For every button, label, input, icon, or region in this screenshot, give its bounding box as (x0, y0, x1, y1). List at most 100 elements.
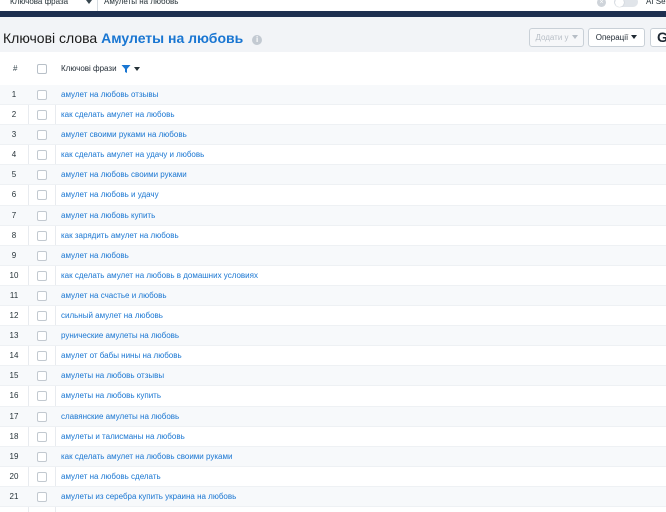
table-row[interactable]: 7 амулет на любовь купить (0, 205, 666, 226)
keyword-phrase-link[interactable]: амулеты на любовь купить (61, 391, 161, 400)
row-checkbox[interactable] (37, 270, 47, 281)
keywords-table: # Ключові фрази 1 амулет на любовь отзывы… (0, 52, 666, 512)
table-row[interactable]: 15 амулеты на любовь отзывы (0, 366, 666, 387)
keyword-phrase-link[interactable]: как сделать амулет на любовь в домашних … (61, 271, 258, 280)
row-number: 12 (9, 311, 19, 321)
row-number: 4 (11, 150, 17, 160)
table-row[interactable]: 14 амулет от бабы нины на любовь (0, 346, 666, 367)
keyword-phrase-link[interactable]: амулет своими руками на любовь (61, 130, 187, 139)
table-row[interactable]: 8 как зарядить амулет на любовь (0, 226, 666, 246)
keyword-phrase-link[interactable]: амулет на любовь и удачу (61, 190, 159, 199)
keyword-phrase-link[interactable]: амулет на счастье и любовь (61, 291, 167, 300)
row-checkbox[interactable] (37, 391, 47, 402)
keyword-phrase-link[interactable]: амулет на любовь (61, 251, 129, 260)
keyword-phrase-link[interactable]: амулет на любовь своими руками (61, 170, 187, 179)
ai-toggle[interactable] (614, 0, 638, 7)
operations-button-label: Операції (595, 33, 629, 42)
table-row[interactable]: 16 амулеты на любовь купить (0, 386, 666, 407)
keyword-phrase-link[interactable]: как сделать амулет на удачу и любовь (61, 150, 204, 159)
row-checkbox[interactable] (37, 250, 47, 261)
table-row[interactable]: 17 славянские амулеты на любовь (0, 406, 666, 427)
row-checkbox[interactable] (37, 451, 47, 462)
search-bar: Ключова фраза Амулеты на любовь × AI Se (0, 0, 666, 11)
search-mode-select[interactable]: Ключова фраза (10, 0, 68, 9)
row-number: 8 (11, 230, 17, 240)
select-all-checkbox[interactable] (37, 64, 47, 74)
add-to-button-label: Додати у (535, 33, 569, 42)
page-title-prefix: Ключові слова (3, 30, 98, 46)
row-checkbox[interactable] (37, 351, 47, 362)
table-row[interactable]: 13 рунические амулеты на любовь (0, 326, 666, 347)
keyword-phrase-link[interactable]: амулет на любовь купить (61, 211, 155, 220)
table-body: 1 амулет на любовь отзывы 2 как сделать аму… (0, 85, 666, 507)
keyword-phrase-link[interactable]: сильный амулет на любовь (61, 311, 163, 320)
row-checkbox[interactable] (37, 331, 47, 342)
row-checkbox[interactable] (37, 491, 47, 502)
chevron-down-icon[interactable] (134, 67, 140, 71)
row-number: 21 (9, 491, 19, 501)
keyword-phrase-link[interactable]: амулеты на любовь отзывы (61, 371, 164, 380)
table-row[interactable]: 21 амулеты из серебра купить украина на л… (0, 486, 666, 507)
table-row[interactable]: 10 как сделать амулет на любовь в домашни… (0, 266, 666, 286)
row-number: 13 (9, 331, 19, 341)
table-row[interactable]: 5 амулет на любовь своими руками (0, 165, 666, 186)
table-row[interactable]: 19 как сделать амулет на любовь своими ру… (0, 446, 666, 467)
row-checkbox[interactable] (37, 230, 47, 241)
row-number: 19 (9, 451, 19, 461)
g-button[interactable]: G (650, 28, 666, 47)
row-number: 5 (11, 170, 17, 180)
row-number: 18 (9, 431, 19, 441)
column-header-number: # (13, 64, 18, 73)
row-number: 17 (9, 411, 19, 421)
row-checkbox[interactable] (37, 130, 47, 141)
table-row[interactable]: 4 как сделать амулет на удачу и любовь (0, 145, 666, 166)
row-checkbox[interactable] (37, 371, 47, 382)
operations-button[interactable]: Операції (588, 28, 645, 47)
column-header-phrase[interactable]: Ключові фрази (61, 64, 117, 73)
keyword-phrase-link[interactable]: амулет на любовь отзывы (61, 90, 158, 99)
row-number: 20 (9, 471, 19, 481)
table-row[interactable]: 18 амулеты и талисманы на любовь (0, 427, 666, 447)
table-row[interactable]: 2 как сделать амулет на любовь (0, 105, 666, 126)
table-row[interactable]: 9 амулет на любовь (0, 245, 666, 266)
row-number: 10 (9, 270, 19, 280)
row-number: 16 (9, 391, 19, 401)
row-checkbox[interactable] (37, 311, 47, 322)
info-icon[interactable]: i (252, 35, 263, 45)
table-row[interactable]: 3 амулет своими руками на любовь (0, 125, 666, 146)
keyword-phrase-link[interactable]: как сделать амулет на любовь своими рука… (61, 452, 232, 461)
row-checkbox[interactable] (37, 190, 47, 201)
chevron-down-icon[interactable] (86, 0, 92, 4)
keyword-phrase-link[interactable]: рунические амулеты на любовь (61, 331, 179, 340)
row-checkbox[interactable] (37, 431, 47, 442)
filter-icon[interactable] (121, 64, 131, 74)
keyword-phrase-link[interactable]: амулет на любовь сделать (61, 472, 161, 481)
keyword-phrase-link[interactable]: как сделать амулет на любовь (61, 110, 175, 119)
keyword-phrase-link[interactable]: амулеты и талисманы на любовь (61, 432, 185, 441)
keyword-phrase-link[interactable]: амулет от бабы нины на любовь (61, 351, 182, 360)
row-checkbox[interactable] (37, 110, 47, 121)
row-number: 6 (11, 190, 17, 200)
row-checkbox[interactable] (37, 150, 47, 161)
table-header: # Ключові фрази (0, 52, 666, 86)
table-row[interactable]: 11 амулет на счастье и любовь (0, 285, 666, 307)
row-number: 15 (9, 371, 19, 381)
row-checkbox[interactable] (37, 290, 47, 301)
table-row[interactable]: 12 сильный амулет на любовь (0, 306, 666, 327)
keyword-phrase-link[interactable]: славянские амулеты на любовь (61, 412, 179, 421)
table-row[interactable]: 1 амулет на любовь отзывы (0, 85, 666, 106)
clear-icon[interactable]: × (597, 0, 606, 7)
row-checkbox[interactable] (37, 471, 47, 482)
row-checkbox[interactable] (37, 170, 47, 181)
add-to-button[interactable]: Додати у (529, 28, 584, 47)
row-checkbox[interactable] (37, 210, 47, 221)
keyword-phrase-link[interactable]: амулеты из серебра купить украина на люб… (61, 492, 236, 501)
row-checkbox[interactable] (37, 411, 47, 422)
page-title: Ключові слова Амулеты на любовь i (3, 30, 263, 46)
divider (97, 0, 98, 11)
search-input[interactable]: Амулеты на любовь (104, 0, 178, 9)
row-checkbox[interactable] (37, 90, 47, 100)
keyword-phrase-link[interactable]: как зарядить амулет на любовь (61, 231, 179, 240)
table-row[interactable]: 20 амулет на любовь сделать (0, 467, 666, 487)
table-row[interactable]: 6 амулет на любовь и удачу (0, 185, 666, 206)
